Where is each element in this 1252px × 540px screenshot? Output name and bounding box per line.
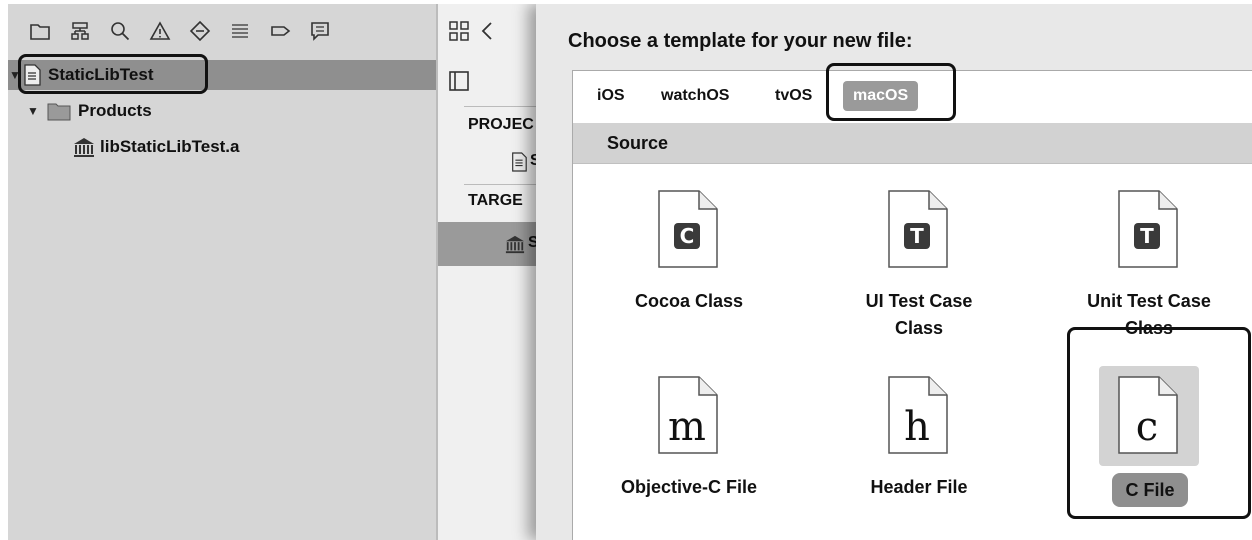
template-ui-test-case-class[interactable]: T UI Test Case Class [819,190,1019,366]
template-header-file[interactable]: h Header File [819,376,1019,540]
template-objective-c-file[interactable]: m Objective-C File [589,376,789,540]
divider [464,184,536,185]
hierarchy-icon[interactable] [60,11,100,51]
navigator-toolbar [8,4,436,58]
folder-icon [47,103,71,121]
tree-row-library[interactable]: libStaticLibTest.a [8,132,436,162]
annotation-box-c-file [1067,327,1251,519]
ui-test-file-icon: T [888,190,948,268]
tab-watchos[interactable]: watchOS [661,87,729,105]
template-label: UI Test Case Class [865,291,973,338]
comment-icon[interactable] [300,11,340,51]
annotation-box-macos [826,63,956,121]
library-icon [505,235,525,254]
template-chooser-sheet: Choose a template for your new file: iOS… [536,4,1252,540]
template-cocoa-class[interactable]: C Cocoa Class [589,190,789,366]
project-navigator: ▼ StaticLibTest ▼ Products libStaticLibT… [8,4,438,540]
search-icon[interactable] [100,11,140,51]
xcode-window: ▼ StaticLibTest ▼ Products libStaticLibT… [8,4,1252,540]
library-icon [74,138,94,157]
project-editor: PROJEC S TARGE S [438,4,541,540]
template-label: Objective-C File [620,477,758,497]
target-item-row[interactable]: S [438,222,539,266]
tree-label-products: Products [78,101,152,120]
objective-c-file-icon: m [658,376,718,454]
template-glyph: T [1140,224,1154,248]
template-glyph: C [680,224,695,248]
project-file-icon [512,152,527,172]
project-item-row[interactable]: S [438,144,541,178]
cocoa-class-file-icon: C [658,190,718,268]
section-label-project: PROJEC [468,116,534,133]
section-label-targets: TARGE [468,192,523,209]
sheet-title: Choose a template for your new file: [568,30,913,52]
template-panel: iOS watchOS tvOS macOS Source C Cocoa Cl… [572,63,1252,540]
disclosure-down-icon[interactable]: ▼ [26,104,40,118]
template-label: Header File [870,477,968,497]
section-title: Source [607,133,669,153]
tree-label-library: libStaticLibTest.a [100,137,240,156]
editor-toolbar [438,4,536,58]
template-glyph: h [904,404,930,450]
warning-icon[interactable] [140,11,180,51]
unit-test-file-icon: T [1118,190,1178,268]
sidebar-icon[interactable] [448,70,470,92]
annotation-box-project [18,54,208,94]
template-grid: C Cocoa Class T UI Test Case Class T Uni… [573,164,1252,540]
template-glyph: m [668,404,706,450]
tab-ios[interactable]: iOS [597,87,625,105]
tree-row-products[interactable]: ▼ Products [8,96,436,126]
template-label: Cocoa Class [634,291,744,311]
divider [464,106,536,107]
test-diamond-icon[interactable] [180,11,220,51]
section-bar: Source [573,123,1252,164]
folder-icon[interactable] [20,11,60,51]
chevron-left-icon[interactable] [480,20,494,42]
grid-icon[interactable] [448,20,470,42]
header-file-icon: h [888,376,948,454]
list-icon[interactable] [220,11,260,51]
tab-tvos[interactable]: tvOS [775,87,812,105]
template-glyph: T [910,224,924,248]
breakpoint-tag-icon[interactable] [260,11,300,51]
